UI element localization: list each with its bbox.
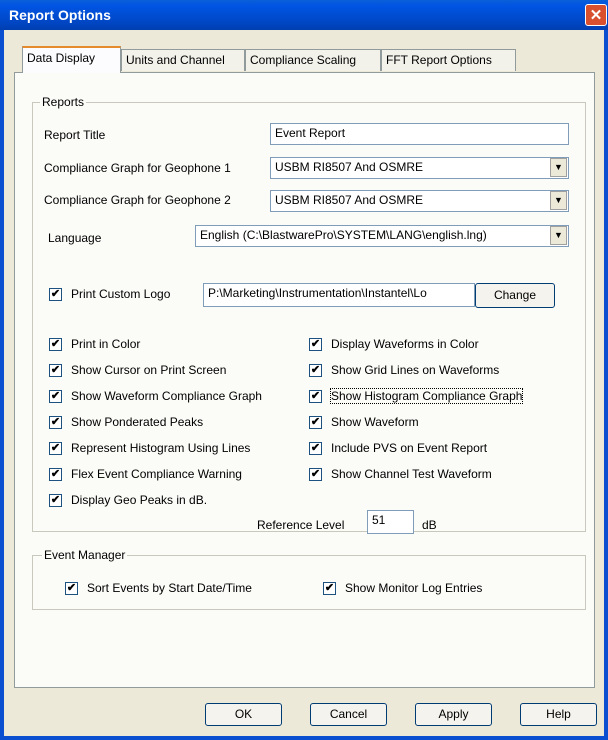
left-checkbox[interactable]: ✔ (49, 442, 62, 455)
show-monitor-log-checkbox[interactable]: ✔ (323, 582, 336, 595)
left-checkbox[interactable]: ✔ (49, 416, 62, 429)
cancel-button[interactable]: Cancel (310, 703, 387, 726)
left-checkbox-label: Display Geo Peaks in dB. (71, 493, 208, 507)
report-title-input[interactable]: Event Report (270, 123, 569, 145)
right-checkbox[interactable]: ✔ (309, 442, 322, 455)
language-value: English (C:\BlastwarePro\SYSTEM\LANG\eng… (200, 228, 487, 242)
help-button[interactable]: Help (520, 703, 597, 726)
ok-button[interactable]: OK (205, 703, 282, 726)
change-logo-button[interactable]: Change (475, 283, 555, 308)
right-checkbox[interactable]: ✔ (309, 364, 322, 377)
left-checkbox[interactable]: ✔ (49, 390, 62, 403)
right-checkbox[interactable]: ✔ (309, 416, 322, 429)
right-checkbox-label: Show Waveform (331, 415, 419, 429)
reference-level-input[interactable]: 51 (367, 510, 414, 534)
right-checkbox-label: Include PVS on Event Report (331, 441, 488, 455)
reports-group-label: Reports (40, 95, 87, 109)
event-manager-group-label: Event Manager (42, 548, 128, 562)
right-checkbox[interactable]: ✔ (309, 468, 322, 481)
chevron-down-icon[interactable]: ▼ (550, 191, 567, 210)
language-label: Language (48, 231, 102, 245)
print-logo-checkbox[interactable]: ✔ (49, 288, 62, 301)
language-select[interactable]: English (C:\BlastwarePro\SYSTEM\LANG\eng… (195, 225, 569, 247)
sort-events-checkbox[interactable]: ✔ (65, 582, 78, 595)
report-title-label: Report Title (44, 128, 106, 142)
tab-data-display[interactable]: Data Display (22, 46, 121, 73)
left-checkbox[interactable]: ✔ (49, 338, 62, 351)
close-icon[interactable]: ✕ (585, 4, 607, 26)
left-checkbox-label: Flex Event Compliance Warning (71, 467, 242, 481)
right-checkbox-label: Show Histogram Compliance Graph (329, 388, 524, 404)
right-checkbox-label: Show Grid Lines on Waveforms (331, 363, 500, 377)
tab-units-and-channel[interactable]: Units and Channel (121, 49, 245, 71)
right-checkbox[interactable]: ✔ (309, 338, 322, 351)
apply-button[interactable]: Apply (415, 703, 492, 726)
show-monitor-log-label: Show Monitor Log Entries (345, 581, 483, 595)
left-checkbox[interactable]: ✔ (49, 364, 62, 377)
left-checkbox-label: Print in Color (71, 337, 141, 351)
print-logo-label: Print Custom Logo (71, 287, 171, 301)
geophone-1-label: Compliance Graph for Geophone 1 (44, 161, 231, 175)
left-checkbox-label: Show Waveform Compliance Graph (71, 389, 262, 403)
left-checkbox-label: Represent Histogram Using Lines (71, 441, 251, 455)
reference-level-unit: dB (422, 518, 437, 532)
sort-events-label: Sort Events by Start Date/Time (87, 581, 252, 595)
geophone-2-select[interactable]: USBM RI8507 And OSMRE (270, 190, 569, 212)
left-checkbox-label: Show Ponderated Peaks (71, 415, 204, 429)
tab-fft-report-options[interactable]: FFT Report Options (381, 49, 516, 71)
geophone-2-label: Compliance Graph for Geophone 2 (44, 193, 231, 207)
geophone-1-select[interactable]: USBM RI8507 And OSMRE (270, 157, 569, 179)
window-title: Report Options (9, 7, 111, 23)
right-checkbox-label: Show Channel Test Waveform (331, 467, 492, 481)
chevron-down-icon[interactable]: ▼ (550, 158, 567, 177)
tab-compliance-scaling[interactable]: Compliance Scaling (245, 49, 381, 71)
left-checkbox-label: Show Cursor on Print Screen (71, 363, 227, 377)
geophone-1-value: USBM RI8507 And OSMRE (275, 160, 424, 174)
right-checkbox[interactable]: ✔ (309, 390, 322, 403)
reference-level-label: Reference Level (257, 518, 345, 532)
geophone-2-value: USBM RI8507 And OSMRE (275, 193, 424, 207)
chevron-down-icon[interactable]: ▼ (550, 226, 567, 245)
left-checkbox[interactable]: ✔ (49, 494, 62, 507)
left-checkbox[interactable]: ✔ (49, 468, 62, 481)
right-checkbox-label: Display Waveforms in Color (331, 337, 479, 351)
logo-path-input[interactable]: P:\Marketing\Instrumentation\Instantel\L… (203, 283, 475, 307)
